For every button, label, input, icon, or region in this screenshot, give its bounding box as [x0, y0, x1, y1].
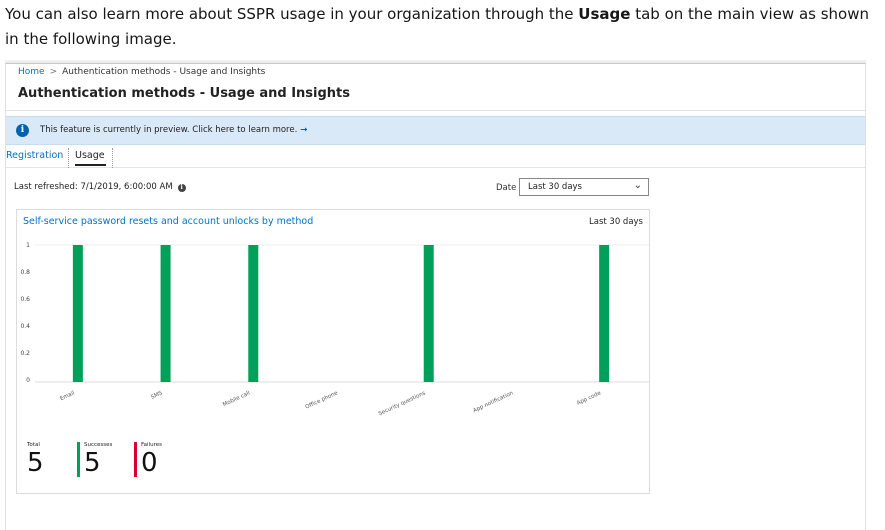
chart-x-tick-label: SMS	[150, 390, 164, 401]
info-icon[interactable]: i	[177, 184, 186, 192]
stat-total-value: 5	[27, 448, 44, 478]
bar-chart: 0 0.2 0.4 0.6 0.8 1 Email SMS Mobile call Office …	[20, 242, 649, 417]
date-filter-value: Last 30 days	[528, 182, 582, 192]
chart-x-tick-label: Office phone	[305, 390, 340, 410]
intro-paragraph: You can also learn more about SSPR usage…	[5, 2, 880, 52]
date-filter-label: Date	[496, 183, 517, 193]
breadcrumb: Home > Authentication methods - Usage and …	[18, 67, 265, 77]
chart-bar	[423, 245, 434, 382]
portal-screenshot: Home > Authentication methods - Usage and …	[5, 63, 866, 530]
chart-x-tick-label: Email	[59, 390, 76, 402]
stat-successes-value: 5	[84, 448, 101, 478]
chart-y-tick-label: 0	[26, 377, 30, 384]
stat-failures-value: 0	[141, 448, 158, 478]
chart-y-tick-label: 0.4	[20, 323, 30, 330]
last-refreshed-text: Last refreshed: 7/1/2019, 6:00:00 AM	[14, 182, 173, 192]
breadcrumb-home-link[interactable]: Home	[18, 67, 45, 77]
breadcrumb-current: Authentication methods - Usage and Insig…	[62, 67, 266, 77]
successes-color-bar	[77, 442, 80, 477]
page-title: Authentication methods - Usage and Insig…	[18, 86, 351, 101]
tab-selected-indicator	[75, 164, 106, 166]
tab-usage-label: Usage	[75, 150, 105, 161]
breadcrumb-separator: >	[49, 67, 58, 77]
chart-y-tick-label: 0.2	[20, 350, 30, 357]
chart-x-tick-label: Mobile call	[222, 390, 251, 408]
chart-y-tick-label: 0.8	[20, 269, 30, 276]
intro-text-before: You can also learn more about SSPR usage…	[5, 5, 579, 23]
title-divider	[6, 110, 865, 111]
arrow-right-icon: →	[300, 125, 308, 135]
tab-usage[interactable]: Usage	[68, 148, 113, 168]
failures-color-bar	[134, 442, 137, 477]
chart-bar	[160, 245, 171, 382]
tab-bar: Registration Usage	[6, 148, 865, 168]
chart-bar	[599, 245, 610, 382]
preview-banner-label: This feature is currently in preview. Cl…	[40, 125, 298, 135]
chevron-down-icon: ⌄	[633, 180, 642, 191]
chart-x-tick-label: App code	[576, 390, 602, 407]
chart-title[interactable]: Self-service password resets and account…	[23, 216, 313, 227]
chart-range-label: Last 30 days	[589, 217, 643, 227]
tab-registration[interactable]: Registration	[6, 150, 63, 161]
chart-x-tick-label: Security questions	[378, 390, 427, 417]
last-refreshed: Last refreshed: 7/1/2019, 6:00:00 AM i	[14, 182, 186, 192]
preview-banner[interactable]: i This feature is currently in preview. …	[6, 116, 865, 145]
chart-bar	[248, 245, 259, 382]
preview-banner-text[interactable]: This feature is currently in preview. Cl…	[40, 125, 307, 135]
chart-card: Self-service password resets and account…	[16, 209, 650, 494]
chart-bar	[72, 245, 83, 382]
intro-text-bold: Usage	[578, 5, 631, 23]
info-icon: i	[16, 124, 29, 137]
chart-y-tick-label: 1	[26, 242, 30, 249]
chart-x-tick-label: App notification	[472, 390, 514, 414]
date-filter-dropdown[interactable]: Last 30 days ⌄	[519, 178, 649, 196]
chart-y-tick-label: 0.6	[20, 296, 30, 303]
